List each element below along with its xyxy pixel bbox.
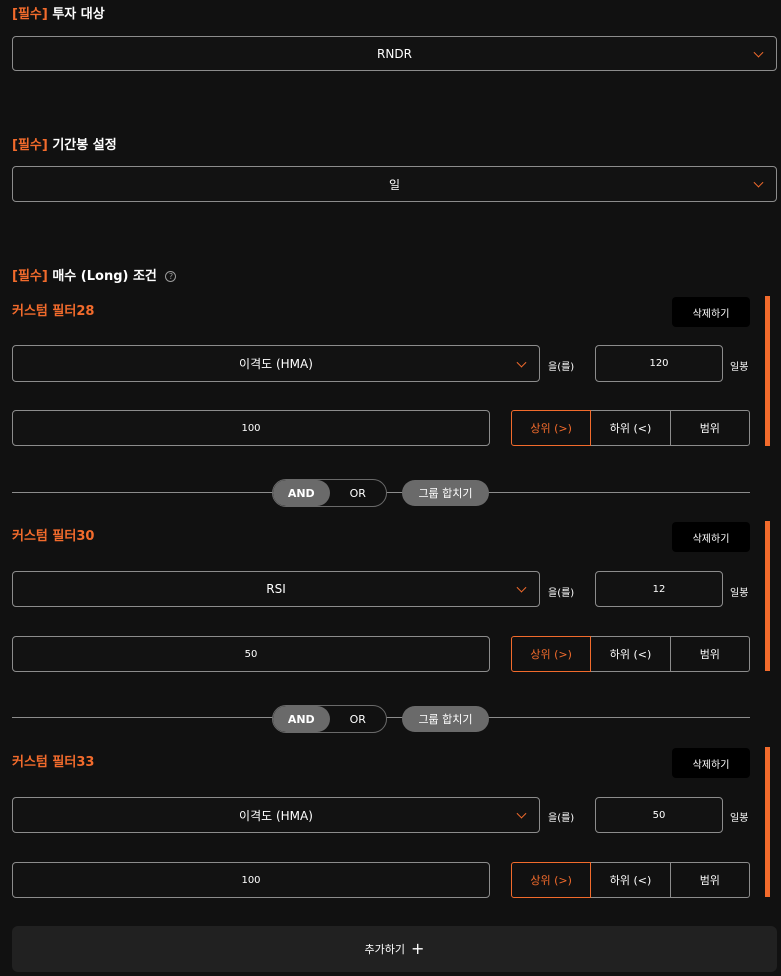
comparison-selector: 상위 (>) 하위 (<) 범위 xyxy=(511,636,750,672)
logic-toggle: AND OR xyxy=(272,705,387,733)
merge-group-button[interactable]: 그룹 합치기 xyxy=(402,706,489,732)
period-input[interactable]: 50 xyxy=(595,797,723,833)
option-below[interactable]: 하위 (<) xyxy=(590,410,671,446)
option-above[interactable]: 상위 (>) xyxy=(511,862,592,898)
chevron-down-icon xyxy=(516,582,527,593)
and-option[interactable]: AND xyxy=(273,480,330,506)
indicator-select[interactable]: 이격도 (HMA) xyxy=(12,797,540,833)
or-option[interactable]: OR xyxy=(330,480,387,506)
add-filter-button[interactable]: 추가하기 + xyxy=(12,926,777,972)
help-icon[interactable]: ? xyxy=(165,271,177,282)
indicator-value: 이격도 (HMA) xyxy=(239,357,313,371)
investment-value: RNDR xyxy=(377,46,412,61)
investment-select[interactable]: RNDR xyxy=(12,36,777,71)
required-tag: [필수] xyxy=(12,7,48,22)
indicator-particle: 을(를) xyxy=(548,362,575,373)
option-below[interactable]: 하위 (<) xyxy=(590,862,671,898)
or-option[interactable]: OR xyxy=(330,706,387,732)
option-range[interactable]: 범위 xyxy=(669,410,750,446)
period-unit: 일봉 xyxy=(730,588,749,599)
filter-title: 커스텀 필터30 xyxy=(12,529,95,544)
threshold-input[interactable]: 50 xyxy=(12,636,490,672)
required-tag: [필수] xyxy=(12,269,48,284)
period-label: [필수] 기간봉 설정 xyxy=(12,134,117,153)
period-select[interactable]: 일 xyxy=(12,166,777,202)
period-unit: 일봉 xyxy=(730,813,749,824)
indicator-select[interactable]: 이격도 (HMA) xyxy=(12,345,540,382)
comparison-selector: 상위 (>) 하위 (<) 범위 xyxy=(511,862,750,898)
and-option[interactable]: AND xyxy=(273,706,330,732)
indicator-value: 이격도 (HMA) xyxy=(239,808,313,823)
plus-icon: + xyxy=(411,939,425,958)
indicator-particle: 을(를) xyxy=(548,813,575,824)
merge-group-button[interactable]: 그룹 합치기 xyxy=(402,480,489,506)
period-value: 일 xyxy=(388,177,401,192)
option-above[interactable]: 상위 (>) xyxy=(511,636,592,672)
chevron-down-icon xyxy=(516,357,527,368)
delete-filter-button[interactable]: 삭제하기 xyxy=(672,748,750,778)
period-unit: 일봉 xyxy=(730,362,749,373)
filter-title: 커스텀 필터28 xyxy=(12,304,95,319)
option-above[interactable]: 상위 (>) xyxy=(511,410,592,446)
buy-condition-label: [필수] 매수 (Long) 조건 ? xyxy=(12,265,177,284)
threshold-input[interactable]: 100 xyxy=(12,862,490,898)
indicator-select[interactable]: RSI xyxy=(12,571,540,607)
option-range[interactable]: 범위 xyxy=(669,862,750,898)
period-label-text: 기간봉 설정 xyxy=(52,138,117,153)
chevron-down-icon xyxy=(753,47,764,58)
comparison-selector: 상위 (>) 하위 (<) 범위 xyxy=(511,410,750,446)
delete-filter-button[interactable]: 삭제하기 xyxy=(672,522,750,552)
investment-label: [필수] 투자 대상 xyxy=(12,3,105,22)
logic-toggle: AND OR xyxy=(272,479,387,507)
delete-filter-button[interactable]: 삭제하기 xyxy=(672,297,750,327)
indicator-value: RSI xyxy=(266,582,286,596)
period-input[interactable]: 120 xyxy=(595,345,723,382)
filter-accent-bar xyxy=(765,521,770,671)
required-tag: [필수] xyxy=(12,138,48,153)
add-filter-label: 추가하기 xyxy=(364,943,406,956)
indicator-particle: 을(를) xyxy=(548,588,575,599)
threshold-input[interactable]: 100 xyxy=(12,410,490,446)
buy-condition-label-text: 매수 (Long) 조건 xyxy=(52,269,157,284)
investment-label-text: 투자 대상 xyxy=(52,7,105,22)
filter-accent-bar xyxy=(765,747,770,897)
option-below[interactable]: 하위 (<) xyxy=(590,636,671,672)
period-input[interactable]: 12 xyxy=(595,571,723,607)
chevron-down-icon xyxy=(753,177,764,188)
filter-accent-bar xyxy=(765,296,770,446)
filter-title: 커스텀 필터33 xyxy=(12,755,95,770)
chevron-down-icon xyxy=(516,808,527,819)
option-range[interactable]: 범위 xyxy=(669,636,750,672)
